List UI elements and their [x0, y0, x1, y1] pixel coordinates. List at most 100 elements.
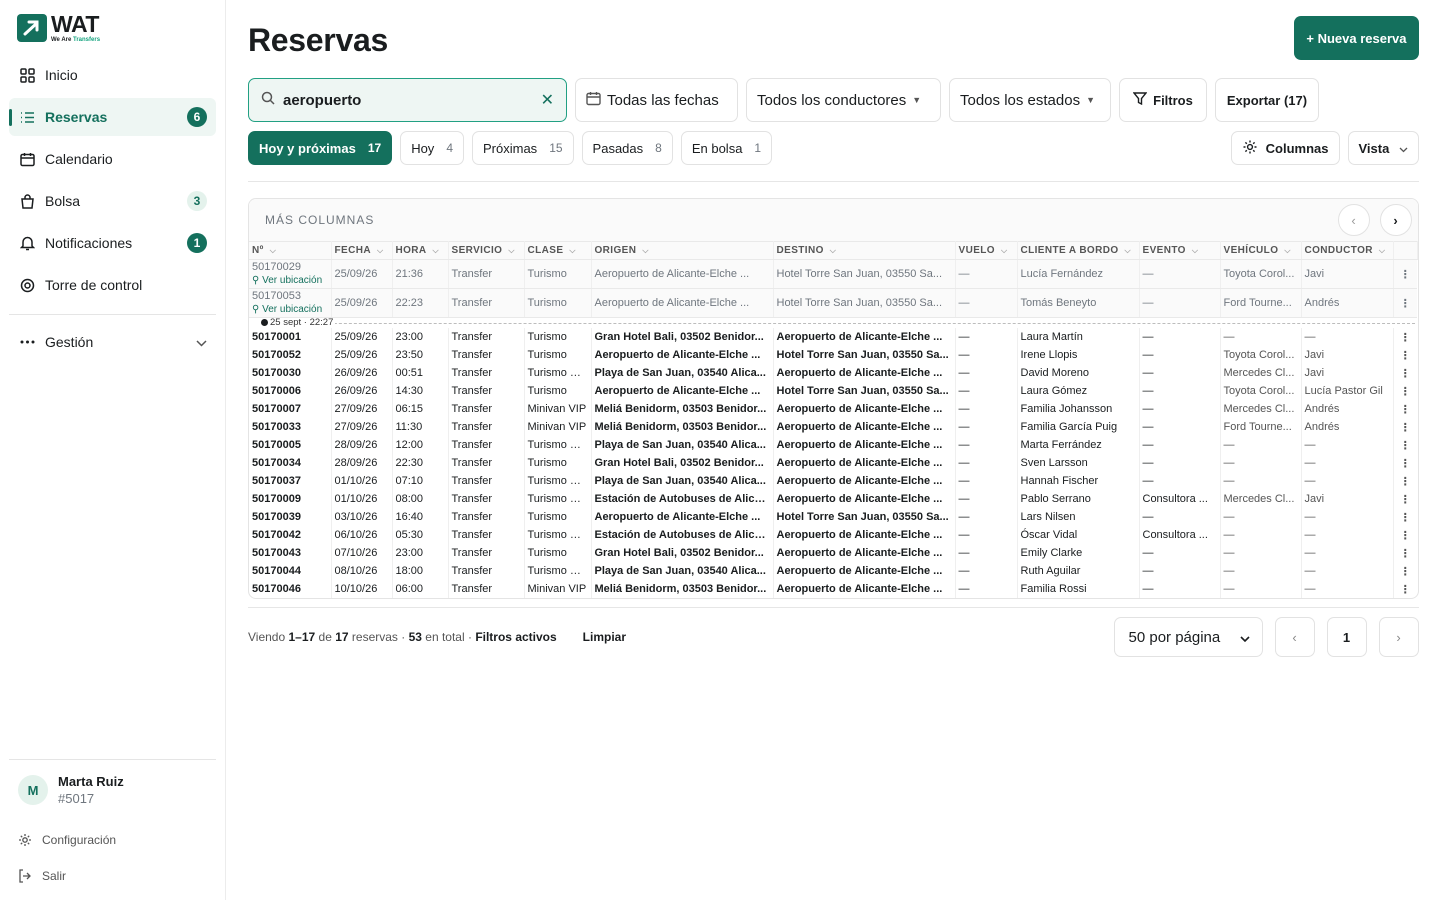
- row-menu-icon[interactable]: ⋮: [1393, 562, 1417, 580]
- column-header[interactable]: EVENTO ⌵: [1139, 241, 1221, 260]
- page-size-select[interactable]: 50 por página: [1113, 617, 1263, 657]
- table-cell: Aeropuerto de Alicante-Elche ...: [591, 288, 774, 318]
- settings-link[interactable]: Configuración: [9, 830, 216, 850]
- table-row[interactable]: 50170039 03/10/26 16:40 Transfer Turismo Aero…: [249, 508, 1417, 526]
- column-header[interactable]: FECHA ⌵: [331, 241, 393, 260]
- column-header[interactable]: SERVICIO ⌵: [448, 241, 525, 260]
- sidebar-item-label: Notificaciones: [45, 235, 133, 251]
- tab-proximas[interactable]: Próximas 15: [472, 131, 574, 165]
- row-menu-icon[interactable]: ⋮: [1393, 346, 1417, 364]
- sidebar-item-inicio[interactable]: Inicio: [9, 56, 216, 94]
- row-menu-icon[interactable]: ⋮: [1393, 490, 1417, 508]
- column-header[interactable]: CONDUCTOR ⌵: [1301, 241, 1394, 260]
- column-header[interactable]: CLIENTE A BORDO ⌵: [1017, 241, 1140, 260]
- status-filter-select[interactable]: Todos los estados ▼: [949, 78, 1111, 122]
- row-menu-icon[interactable]: ⋮: [1393, 400, 1417, 418]
- row-menu-icon[interactable]: ⋮: [1393, 259, 1417, 289]
- table-row[interactable]: 50170009 01/10/26 08:00 Transfer Turismo VIP…: [249, 490, 1417, 508]
- column-header[interactable]: VEHÍCULO ⌵: [1220, 241, 1302, 260]
- columns-button[interactable]: Columnas: [1230, 131, 1340, 165]
- tab-hoy[interactable]: Hoy 4: [400, 131, 464, 165]
- tab-hoy-y-proximas[interactable]: Hoy y próximas 17: [248, 131, 393, 165]
- row-menu-icon[interactable]: ⋮: [1393, 436, 1417, 454]
- row-menu-icon[interactable]: ⋮: [1393, 382, 1417, 400]
- table-cell: Toyota Corol...: [1220, 382, 1302, 400]
- column-header[interactable]: Nº ⌵: [249, 241, 332, 260]
- row-menu-icon[interactable]: ⋮: [1393, 472, 1417, 490]
- logout-link[interactable]: Salir: [9, 866, 216, 886]
- table-cell: —: [1220, 526, 1302, 544]
- search-field[interactable]: ✕: [248, 78, 567, 122]
- reservation-id-cell: 50170030: [249, 364, 332, 382]
- sidebar-group-gestion[interactable]: Gestión: [9, 323, 216, 361]
- scroll-left-button[interactable]: ‹: [1337, 204, 1370, 236]
- table-row[interactable]: 50170037 01/10/26 07:10 Transfer Turismo VIP…: [249, 472, 1417, 490]
- row-menu-icon[interactable]: ⋮: [1393, 526, 1417, 544]
- next-page-button[interactable]: ›: [1378, 617, 1419, 657]
- chevron-down-icon: ▼: [912, 95, 922, 105]
- table-row-past[interactable]: 50170053 ⚲ Ver ubicación 25/09/26 22:23 Tran…: [249, 288, 1417, 318]
- row-menu-icon[interactable]: ⋮: [1393, 364, 1417, 382]
- user-profile[interactable]: M Marta Ruiz #5017: [9, 772, 216, 808]
- sidebar-item-bolsa[interactable]: Bolsa 3: [9, 182, 216, 220]
- sidebar-item-reservas[interactable]: Reservas 6: [9, 98, 216, 136]
- table-row[interactable]: 50170052 25/09/26 23:50 Transfer Turismo Aero…: [249, 346, 1417, 364]
- table-cell: —: [955, 472, 1018, 490]
- current-page-button[interactable]: 1: [1326, 617, 1367, 657]
- table-row[interactable]: 50170005 28/09/26 12:00 Transfer Turismo VIP…: [249, 436, 1417, 454]
- clear-search-icon[interactable]: ✕: [541, 90, 554, 110]
- view-location-link[interactable]: ⚲ Ver ubicación: [252, 274, 328, 287]
- now-marker-label: 25 sept · 22:27: [261, 317, 336, 328]
- row-menu-icon[interactable]: ⋮: [1393, 580, 1417, 598]
- view-select[interactable]: Vista: [1347, 131, 1419, 165]
- table-row[interactable]: 50170033 27/09/26 11:30 Transfer Minivan VIP…: [249, 418, 1417, 436]
- row-menu-icon[interactable]: ⋮: [1393, 418, 1417, 436]
- table-cell: Aeropuerto de Alicante-Elche ...: [773, 400, 956, 418]
- table-row[interactable]: 50170043 07/10/26 23:00 Transfer Turismo Gran…: [249, 544, 1417, 562]
- table-row[interactable]: 50170007 27/09/26 06:15 Transfer Minivan VIP…: [249, 400, 1417, 418]
- row-menu-icon[interactable]: ⋮: [1393, 544, 1417, 562]
- column-header[interactable]: VUELO ⌵: [955, 241, 1018, 260]
- table-row[interactable]: 50170001 25/09/26 23:00 Transfer Turismo Gran…: [249, 328, 1417, 346]
- table-cell: Transfer: [448, 544, 525, 562]
- location-pin-icon: ⚲: [252, 275, 263, 286]
- table-row[interactable]: 50170044 08/10/26 18:00 Transfer Turismo VIP…: [249, 562, 1417, 580]
- row-menu-icon[interactable]: ⋮: [1393, 508, 1417, 526]
- driver-filter-select[interactable]: Todos los conductores ▼: [746, 78, 941, 122]
- new-reservation-button[interactable]: + Nueva reserva: [1294, 16, 1419, 60]
- scroll-right-button[interactable]: ›: [1379, 204, 1412, 236]
- table-cell: 16:40: [392, 508, 449, 526]
- tab-pasadas[interactable]: Pasadas 8: [581, 131, 673, 165]
- column-header[interactable]: CLASE ⌵: [524, 241, 592, 260]
- date-filter-button[interactable]: Todas las fechas: [575, 78, 738, 122]
- column-header[interactable]: HORA ⌵: [392, 241, 449, 260]
- table-cell: 22:23: [392, 288, 449, 318]
- table-cell: Transfer: [448, 454, 525, 472]
- row-menu-icon[interactable]: ⋮: [1393, 454, 1417, 472]
- table-row[interactable]: 50170006 26/09/26 14:30 Transfer Turismo Aero…: [249, 382, 1417, 400]
- clear-filters-link[interactable]: Limpiar: [583, 630, 626, 644]
- search-input[interactable]: [283, 91, 541, 109]
- table-cell: Marta Ferrández: [1017, 436, 1140, 454]
- row-menu-icon[interactable]: ⋮: [1393, 288, 1417, 318]
- table-cell: Irene Llopis: [1017, 346, 1140, 364]
- filters-button[interactable]: Filtros: [1119, 78, 1207, 122]
- table-row[interactable]: 50170034 28/09/26 22:30 Transfer Turismo Gran…: [249, 454, 1417, 472]
- table-row[interactable]: 50170046 10/10/26 06:00 Transfer Minivan VIP…: [249, 580, 1417, 598]
- sidebar-item-torre-de-control[interactable]: Torre de control: [9, 266, 216, 304]
- tab-en-bolsa[interactable]: En bolsa 1: [680, 131, 773, 165]
- brand-logo[interactable]: WAT We Are Transfers: [9, 12, 216, 43]
- prev-page-button[interactable]: ‹: [1274, 617, 1315, 657]
- table-row[interactable]: 50170042 06/10/26 05:30 Transfer Turismo VIP…: [249, 526, 1417, 544]
- table-row[interactable]: 50170030 26/09/26 00:51 Transfer Turismo VIP…: [249, 364, 1417, 382]
- table-row-past[interactable]: 50170029 ⚲ Ver ubicación 25/09/26 21:36 Tran…: [249, 259, 1417, 289]
- export-button[interactable]: Exportar (17): [1215, 78, 1319, 122]
- view-location-link[interactable]: ⚲ Ver ubicación: [252, 303, 328, 316]
- table-cell: Playa de San Juan, 03540 Alica...: [591, 472, 774, 490]
- column-header[interactable]: DESTINO ⌵: [773, 241, 956, 260]
- sidebar-item-notificaciones[interactable]: Notificaciones 1: [9, 224, 216, 262]
- row-menu-icon[interactable]: ⋮: [1393, 328, 1417, 346]
- column-header[interactable]: ORIGEN ⌵: [591, 241, 774, 260]
- sidebar-item-calendario[interactable]: Calendario: [9, 140, 216, 178]
- table-cell: Laura Gómez: [1017, 382, 1140, 400]
